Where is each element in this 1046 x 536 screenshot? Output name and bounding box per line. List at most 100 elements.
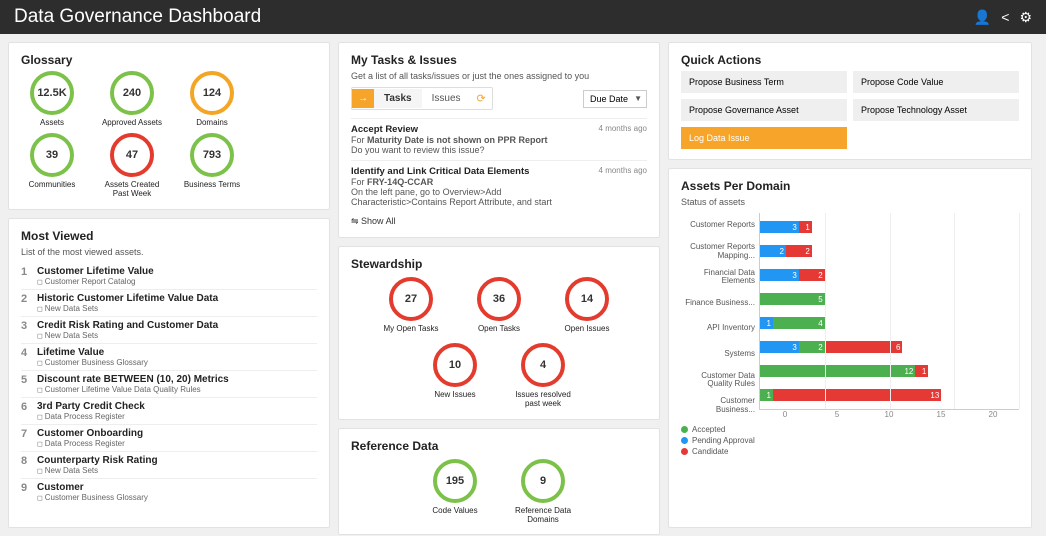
ring-label: Reference Data Domains [511,506,575,524]
chart-bar-segment: 4 [773,317,825,329]
ring-label: My Open Tasks [379,324,443,333]
rank-number: 4 [21,347,37,367]
ring-label: Domains [181,118,243,127]
list-item[interactable]: 6 3rd Party Credit Check Data Process Re… [21,398,317,425]
chart-bar-segment: 13 [773,389,941,401]
legend-item: Accepted [681,425,1019,434]
metric-ring[interactable]: 14 Open Issues [555,277,619,333]
metric-ring[interactable]: 195 Code Values [423,459,487,524]
ring-value: 9 [521,459,565,503]
ring-label: Open Tasks [467,324,531,333]
task-line: For FRY-14Q-CCAR [351,177,591,187]
chart-bar-segment: 1 [915,365,928,377]
metric-ring[interactable]: 10 New Issues [423,343,487,408]
reference-title: Reference Data [351,439,647,453]
list-item[interactable]: 1 Customer Lifetime Value Customer Repor… [21,263,317,290]
ring-label: Open Issues [555,324,619,333]
list-item[interactable]: 4 Lifetime Value Customer Business Gloss… [21,344,317,371]
list-item[interactable]: 8 Counterparty Risk Rating New Data Sets [21,452,317,479]
chart-y-label: Customer Reports [681,214,755,238]
asset-subtitle: Data Process Register [37,412,145,421]
metric-ring[interactable]: 39 Communities [21,133,83,198]
metric-ring[interactable]: 47 Assets Created Past Week [101,133,163,198]
legend-dot-icon [681,448,688,455]
asset-title: Customer [37,482,148,493]
asset-title: Lifetime Value [37,347,148,358]
tab-issues[interactable]: Issues [422,89,471,108]
most-viewed-subtitle: List of the most viewed assets. [21,247,317,257]
chart-bar-segment: 2 [799,341,825,353]
chart-bar-segment: 3 [760,341,799,353]
chart-bar-segment: 2 [760,245,786,257]
asset-title: Historic Customer Lifetime Value Data [37,293,218,304]
user-icon[interactable]: 👤 [974,9,991,26]
ring-label: Approved Assets [101,118,163,127]
show-all-link[interactable]: Show All [351,216,647,227]
list-item[interactable]: 9 Customer Customer Business Glossary [21,479,317,505]
chart-bar-segment: 1 [760,317,773,329]
log-data-issue-button[interactable]: Log Data Issue [681,127,847,149]
metric-ring[interactable]: 4 Issues resolved past week [511,343,575,408]
metric-ring[interactable]: 27 My Open Tasks [379,277,443,333]
chart-bar-segment: 1 [799,221,812,233]
quick-action-button[interactable]: Propose Code Value [853,71,1019,93]
task-sub: On the left pane, go to Overview>Add Cha… [351,187,591,207]
quick-action-button[interactable]: Propose Business Term [681,71,847,93]
list-item[interactable]: 5 Discount rate BETWEEN (10, 20) Metrics… [21,371,317,398]
glossary-card: Glossary 12.5K Assets 240 Approved Assets… [8,42,330,210]
most-viewed-card: Most Viewed List of the most viewed asse… [8,218,330,528]
rank-number: 6 [21,401,37,421]
metric-ring[interactable]: 793 Business Terms [181,133,243,198]
task-age: 4 months ago [599,124,647,155]
task-item[interactable]: Accept Review For Maturity Date is not s… [351,118,647,160]
chart-y-label: API Inventory [681,317,755,341]
asset-subtitle: Customer Lifetime Value Data Quality Rul… [37,385,229,394]
ring-value: 12.5K [30,71,74,115]
legend-dot-icon [681,426,688,433]
chart-subtitle: Status of assets [681,197,1019,207]
quick-actions-title: Quick Actions [681,53,1019,67]
ring-label: Assets [21,118,83,127]
rank-number: 7 [21,428,37,448]
metric-ring[interactable]: 9 Reference Data Domains [511,459,575,524]
share-icon[interactable]: < [1001,9,1009,26]
most-viewed-title: Most Viewed [21,229,317,243]
chart-x-tick: 15 [915,410,967,419]
metric-ring[interactable]: 124 Domains [181,71,243,127]
metric-ring[interactable]: 36 Open Tasks [467,277,531,333]
task-item[interactable]: Identify and Link Critical Data Elements… [351,160,647,212]
ring-value: 793 [190,133,234,177]
chart-y-label: Customer Reports Mapping... [681,240,755,264]
chart-x-tick: 0 [759,410,811,419]
ring-value: 4 [521,343,565,387]
metric-ring[interactable]: 240 Approved Assets [101,71,163,127]
list-item[interactable]: 2 Historic Customer Lifetime Value Data … [21,290,317,317]
asset-subtitle: Customer Business Glossary [37,358,148,367]
list-item[interactable]: 3 Credit Risk Rating and Customer Data N… [21,317,317,344]
metric-ring[interactable]: 12.5K Assets [21,71,83,127]
ring-value: 195 [433,459,477,503]
asset-subtitle: New Data Sets [37,331,218,340]
list-item[interactable]: 7 Customer Onboarding Data Process Regis… [21,425,317,452]
asset-subtitle: New Data Sets [37,466,158,475]
chart-bar-segment: 6 [825,341,903,353]
refresh-icon[interactable]: ⟳ [471,88,492,109]
asset-subtitle: New Data Sets [37,304,218,313]
rank-number: 1 [21,266,37,286]
chart-bar-segment: 1 [760,389,773,401]
tab-tasks[interactable]: Tasks [374,89,422,108]
glossary-title: Glossary [21,53,317,67]
sort-select[interactable]: Due Date [583,90,647,108]
chart-x-tick: 5 [811,410,863,419]
chart-y-label: Systems [681,343,755,367]
chart-title: Assets Per Domain [681,179,1019,193]
quick-action-button[interactable]: Propose Governance Asset [681,99,847,121]
chart-bar-segment: 3 [760,269,799,281]
gear-icon[interactable]: ⚙ [1019,9,1032,26]
stewardship-title: Stewardship [351,257,647,271]
asset-title: Counterparty Risk Rating [37,455,158,466]
asset-title: Credit Risk Rating and Customer Data [37,320,218,331]
asset-subtitle: Customer Business Glossary [37,493,148,502]
quick-action-button[interactable]: Propose Technology Asset [853,99,1019,121]
asset-subtitle: Data Process Register [37,439,143,448]
